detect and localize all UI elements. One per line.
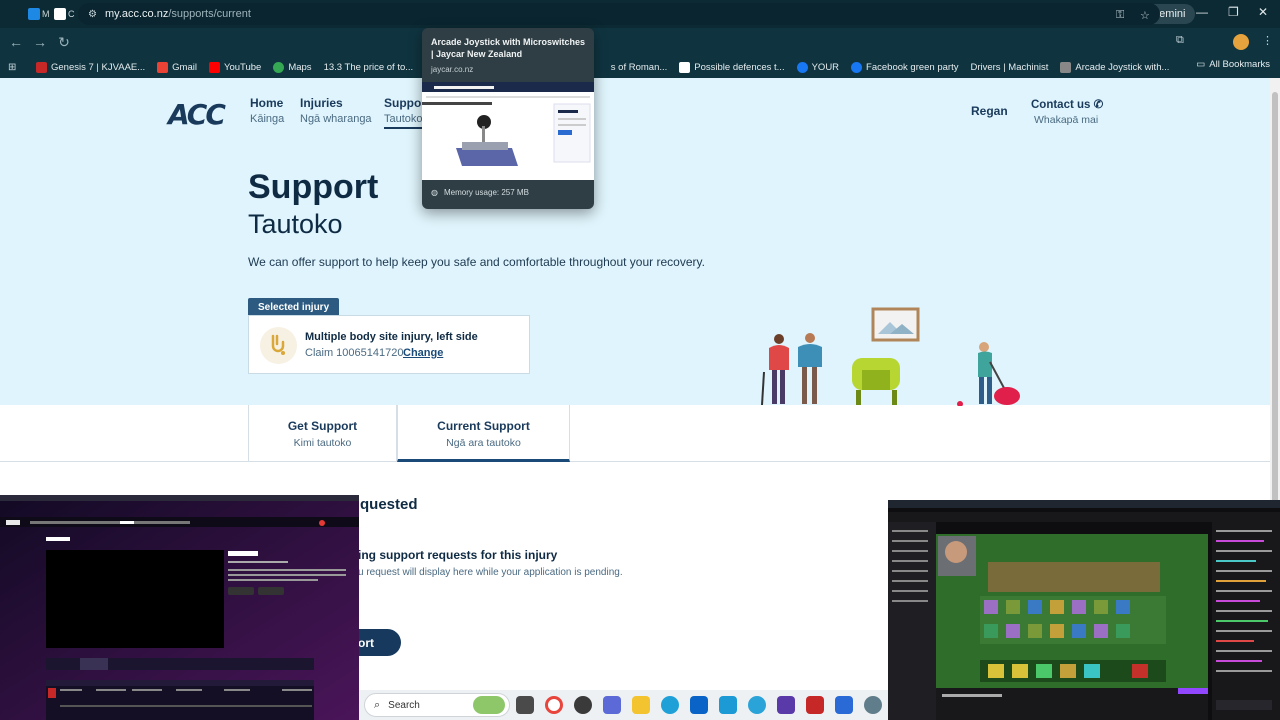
edge-icon[interactable]: [661, 696, 679, 714]
minimize-icon[interactable]: —: [1196, 5, 1208, 19]
url-path: /supports/current: [168, 8, 251, 20]
facebook-icon: [796, 61, 808, 73]
taskbar-search[interactable]: ⌕ Search: [364, 693, 510, 717]
obs-icon[interactable]: [574, 696, 592, 714]
folder-icon: ▭: [1196, 59, 1206, 70]
requests-note: u request will display here while your a…: [358, 567, 623, 578]
photos-icon[interactable]: [835, 696, 853, 714]
close-window-icon[interactable]: ✕: [1258, 5, 1268, 19]
preview-memory: ◍ Memory usage: 257 MB: [431, 188, 529, 197]
url-host: my.acc.co.nz: [104, 8, 169, 20]
tabs-divider: [0, 461, 1270, 462]
bookmark-item[interactable]: Gmail: [151, 58, 203, 76]
facebook-icon: [851, 61, 863, 73]
bookmark-item[interactable]: Drivers | Machinist: [964, 58, 1054, 76]
tab-current-support[interactable]: Current Support Ngā ara tautoko: [397, 405, 570, 462]
search-highlight-icon: [473, 696, 505, 714]
acc-logo[interactable]: ACC: [168, 98, 226, 131]
game-stream-thumbnail[interactable]: [888, 500, 1280, 720]
bookmark-item[interactable]: Arcade Joystick with...: [1054, 58, 1175, 76]
maximize-icon[interactable]: ❐: [1228, 5, 1239, 19]
people-illustration: [761, 307, 1020, 406]
tab-hover-preview: Arcade Joystick with Microswitches | Jay…: [422, 28, 594, 209]
phone-icon: ✆: [1093, 99, 1104, 111]
nav-injuries[interactable]: Injuries Ngā wharanga: [300, 96, 372, 125]
site-info-icon[interactable]: ⚙: [88, 9, 97, 20]
tab-get-support[interactable]: Get Support Kimi tautoko: [248, 405, 397, 462]
bookmark-item[interactable]: YOUR: [791, 58, 845, 76]
bookmark-favicon-icon: [1060, 61, 1072, 73]
injury-title: Multiple body site injury, left side: [305, 331, 478, 343]
page-title: Support: [248, 168, 379, 206]
nav-home[interactable]: Home Kāinga: [250, 96, 284, 125]
change-injury-link[interactable]: Change: [403, 347, 443, 359]
apps-grid-icon[interactable]: ⊞: [8, 62, 30, 73]
preview-thumbnail: [422, 82, 594, 180]
browser-tab[interactable]: M: [28, 4, 54, 24]
requests-subheading: ing support requests for this injury: [358, 548, 558, 562]
chrome-icon[interactable]: [545, 696, 563, 714]
search-icon: ⌕: [374, 698, 381, 711]
extensions-icon[interactable]: ⧉: [1176, 34, 1184, 47]
claim-number: Claim 10065141720: [305, 347, 404, 359]
all-bookmarks-button[interactable]: ▭ All Bookmarks: [1196, 59, 1270, 70]
bookmarks-bar: ⊞ Genesis 7 | KJVAAE... Gmail YouTube Ma…: [0, 56, 1280, 78]
twitch-icon[interactable]: [777, 696, 795, 714]
windows-taskbar: ⌕ Search: [359, 690, 888, 720]
address-bar-row: ← → ↻: [0, 28, 1280, 56]
forward-arrow-icon[interactable]: →: [28, 34, 52, 50]
requests-heading: quested: [360, 496, 418, 513]
bookmark-item[interactable]: Possible defences t...: [673, 58, 790, 76]
memory-chip-icon: ◍: [431, 188, 438, 197]
file-explorer-icon[interactable]: [632, 696, 650, 714]
bookmark-item[interactable]: Genesis 7 | KJVAAE...: [30, 58, 151, 76]
outlook-icon[interactable]: [690, 696, 708, 714]
omnibox[interactable]: ⚙ my.acc.co.nz /supports/current ⚿ ☆: [78, 3, 1160, 25]
bookmark-favicon-icon: [679, 61, 691, 73]
tab-favicon-icon: [28, 8, 40, 20]
youtube-icon: [208, 61, 220, 73]
injury-bandage-icon: [260, 327, 297, 364]
hero-section: ACC Home Kāinga Injuries Ngā wharanga Su…: [0, 78, 1270, 406]
user-menu[interactable]: Regan: [971, 104, 1008, 118]
power-app-icon[interactable]: [806, 696, 824, 714]
settings-gear-icon[interactable]: [864, 696, 882, 714]
profile-avatar[interactable]: [1233, 34, 1249, 50]
key-icon[interactable]: ⚿: [1116, 9, 1124, 22]
contact-us-link[interactable]: Contact us ✆ Whakapā mai: [1031, 97, 1103, 126]
telegram-icon[interactable]: [748, 696, 766, 714]
tv-app-thumbnail[interactable]: [0, 495, 359, 720]
bookmark-item[interactable]: s of Roman...: [605, 58, 674, 76]
reload-icon[interactable]: ↻: [52, 34, 76, 51]
browser-tab[interactable]: C: [54, 4, 80, 24]
teams-icon[interactable]: [603, 696, 621, 714]
intro-text: We can offer support to help keep you sa…: [248, 255, 705, 269]
bookmark-item[interactable]: 13.3 The price of to...: [318, 58, 420, 76]
bookmark-favicon-icon: [36, 61, 47, 73]
bookmark-star-icon[interactable]: ☆: [1140, 9, 1150, 22]
tab-favicon-icon: [54, 8, 66, 20]
task-view-icon[interactable]: [516, 696, 534, 714]
injury-card: Multiple body site injury, left side Cla…: [248, 315, 530, 374]
page-title-maori: Tautoko: [248, 209, 343, 239]
support-tabs: Get Support Kimi tautoko Current Support…: [248, 405, 570, 462]
bookmark-item[interactable]: YouTube: [203, 58, 267, 76]
preview-title: Arcade Joystick with Microswitches | Jay…: [431, 37, 586, 59]
mail-icon[interactable]: [719, 696, 737, 714]
menu-dots-icon[interactable]: ⋮: [1262, 34, 1273, 47]
maps-pin-icon: [273, 61, 285, 73]
preview-domain: jaycar.co.nz: [431, 65, 474, 74]
back-arrow-icon[interactable]: ←: [4, 34, 28, 50]
gmail-icon: [157, 61, 169, 73]
bookmark-item[interactable]: Maps: [267, 58, 317, 76]
bookmark-item[interactable]: Facebook green party: [845, 58, 964, 76]
